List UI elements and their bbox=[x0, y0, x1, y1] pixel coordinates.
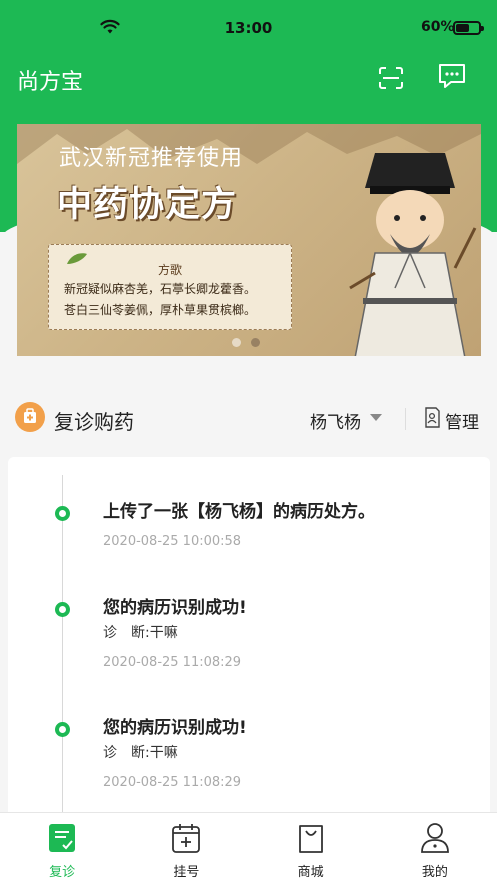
timeline-dot bbox=[55, 506, 70, 521]
tab-register[interactable]: 挂号 bbox=[124, 813, 248, 883]
chevron-down-icon[interactable] bbox=[370, 414, 382, 421]
timeline-line bbox=[62, 475, 63, 827]
manage-button[interactable]: 管理 bbox=[445, 408, 479, 433]
shopping-bag-icon bbox=[298, 825, 323, 853]
sage-illustration bbox=[349, 153, 477, 356]
tab-label: 复诊 bbox=[49, 865, 76, 880]
poem-line: 苍白三仙苓姜佩，厚朴草果贯槟榔。 bbox=[64, 303, 257, 317]
timeline-dot bbox=[55, 722, 70, 737]
timeline-title: 您的病历识别成功! bbox=[103, 598, 247, 618]
medicine-box-icon bbox=[15, 402, 45, 432]
carousel-dot-active[interactable] bbox=[251, 338, 260, 347]
timeline-time: 2020-08-25 10:00:58 bbox=[103, 534, 242, 549]
section-title: 复诊购药 bbox=[54, 410, 134, 434]
tab-label: 挂号 bbox=[173, 865, 200, 880]
status-bar: 13:00 60% bbox=[0, 0, 497, 56]
timeline-title: 您的病历识别成功! bbox=[103, 718, 247, 738]
tab-label: 商城 bbox=[297, 865, 324, 880]
scan-icon[interactable] bbox=[378, 66, 404, 90]
leaf-icon bbox=[67, 253, 87, 264]
poem-line: 新冠疑似麻杏羌，石葶长卿龙藿香。 bbox=[64, 282, 257, 296]
timeline-title: 上传了一张【杨飞杨】的病历处方。 bbox=[103, 502, 375, 522]
tab-revisit[interactable]: 复诊 bbox=[0, 813, 124, 883]
manage-icon[interactable] bbox=[424, 407, 441, 428]
app-title: 尚方宝 bbox=[17, 70, 84, 95]
battery-percent: 60% bbox=[421, 19, 455, 35]
bottom-tab-bar: 复诊 挂号 商城 我的 bbox=[0, 812, 497, 883]
banner-title: 中药协定方 bbox=[57, 185, 238, 225]
timeline-dot bbox=[55, 602, 70, 617]
user-icon bbox=[420, 823, 449, 853]
timeline-subtitle: 诊 断:干嘛 bbox=[103, 625, 178, 641]
carousel-dot[interactable] bbox=[232, 338, 241, 347]
tab-mall[interactable]: 商城 bbox=[249, 813, 373, 883]
promo-banner[interactable]: 武汉新冠推荐使用 中药协定方 方歌 新冠疑似麻杏羌，石葶长卿龙藿香。 苍白三仙苓… bbox=[17, 124, 481, 356]
timeline-time: 2020-08-25 11:08:29 bbox=[103, 655, 242, 670]
timeline-subtitle: 诊 断:干嘛 bbox=[103, 745, 178, 761]
timeline-time: 2020-08-25 11:08:29 bbox=[103, 775, 242, 790]
timeline-card: 上传了一张【杨飞杨】的病历处方。 2020-08-25 10:00:58 您的病… bbox=[8, 457, 490, 827]
battery-icon bbox=[453, 21, 484, 35]
divider bbox=[405, 408, 406, 430]
patient-selector[interactable]: 杨飞杨 bbox=[310, 408, 361, 433]
tab-mine[interactable]: 我的 bbox=[373, 813, 497, 883]
carousel-dots bbox=[232, 338, 260, 347]
battery-fill bbox=[456, 24, 469, 32]
message-icon[interactable] bbox=[437, 62, 467, 90]
prescription-icon bbox=[49, 824, 76, 852]
banner-subtitle: 武汉新冠推荐使用 bbox=[59, 146, 244, 171]
tab-label: 我的 bbox=[421, 865, 448, 880]
calendar-plus-icon bbox=[172, 824, 201, 853]
